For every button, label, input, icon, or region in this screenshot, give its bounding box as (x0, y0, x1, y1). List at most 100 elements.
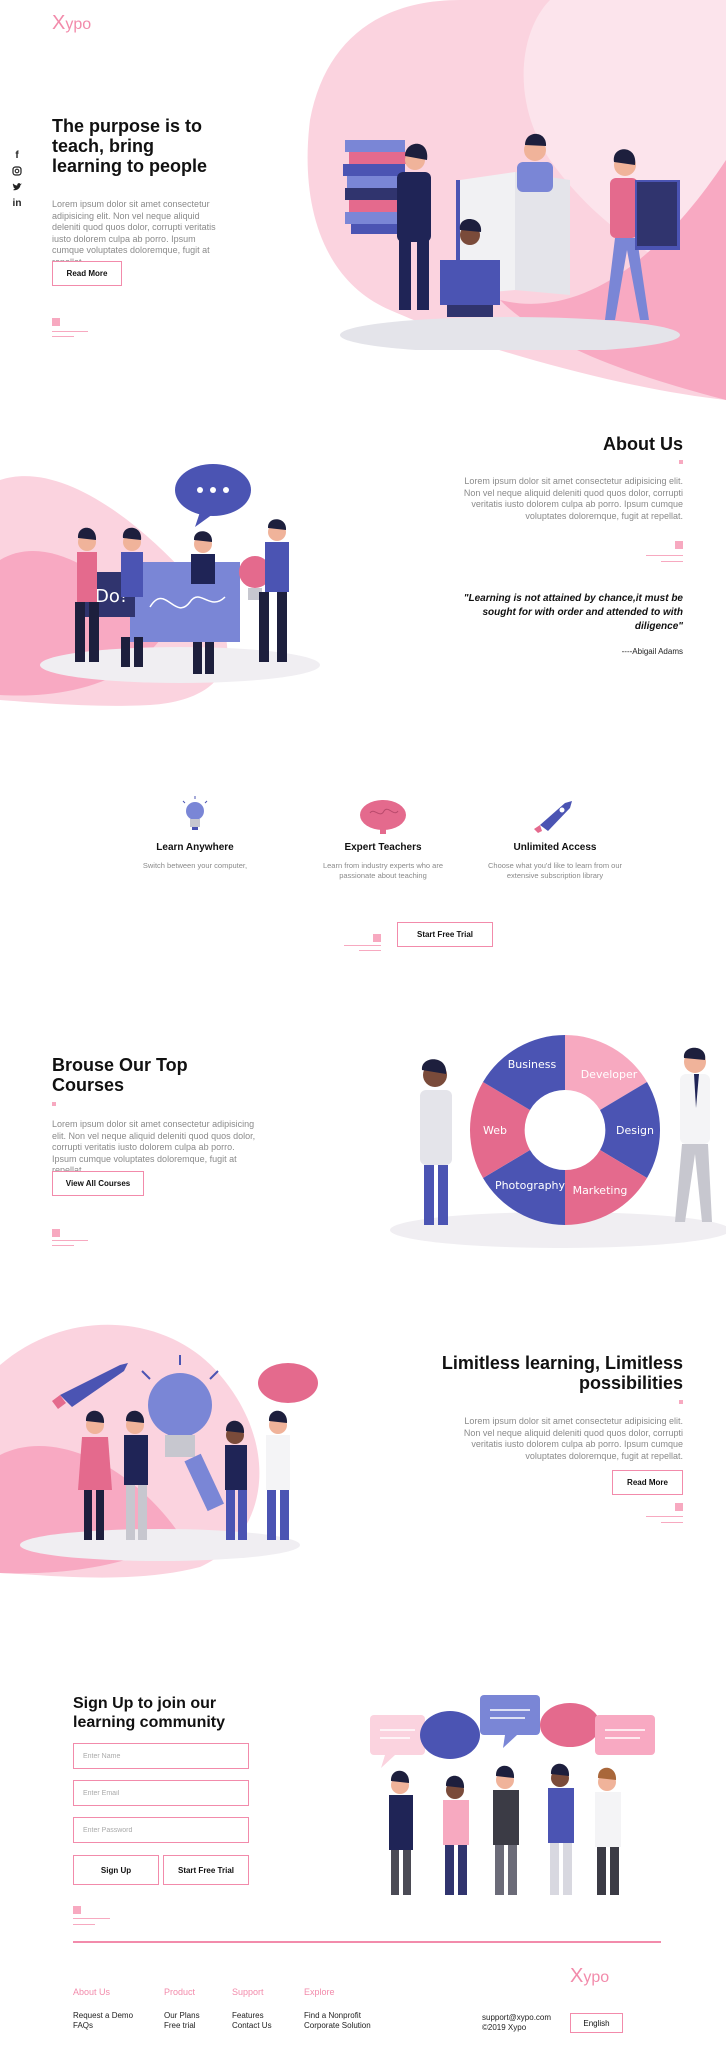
footer-link-free-trial[interactable]: Free trial (164, 2021, 200, 2031)
start-free-trial-button[interactable]: Start Free Trial (397, 922, 493, 947)
footer-column-about: About Us Request a Demo FAQs (73, 1987, 133, 2030)
footer-contact: support@xypo.com ©2019 Xypo (482, 2013, 551, 2032)
lightbulb-icon (182, 796, 208, 830)
hero-read-more-button[interactable]: Read More (52, 261, 122, 286)
view-all-courses-button[interactable]: View All Courses (52, 1171, 144, 1196)
courses-title: Brouse Our Top Courses (52, 1055, 188, 1095)
hero-deco-line (52, 331, 88, 332)
wheel-label-marketing: Marketing (573, 1184, 628, 1197)
feature-title: Expert Teachers (344, 842, 422, 853)
social-bar: f in (10, 150, 24, 214)
about-title-dot (679, 460, 683, 464)
footer-divider (73, 1941, 661, 1943)
footer-link-faqs[interactable]: FAQs (73, 2021, 133, 2031)
footer-link-find-nonprofit[interactable]: Find a Nonprofit (304, 2011, 371, 2021)
hero-text: Lorem ipsum dolor sit amet consectetur a… (52, 199, 216, 267)
footer-email[interactable]: support@xypo.com (482, 2013, 551, 2023)
feature-unlimited-access: Unlimited Access Choose what you'd like … (480, 795, 630, 881)
footer-logo[interactable]: Xypo (570, 1965, 609, 1988)
logo-text: ypo (583, 1969, 610, 1986)
person-top (517, 133, 553, 192)
footer-link-contact-us[interactable]: Contact Us (232, 2021, 272, 2031)
logo-x: X (52, 12, 66, 34)
feature-title: Learn Anywhere (156, 842, 234, 853)
feature-text: Learn from industry experts who are pass… (322, 861, 444, 880)
speech-bubble (175, 464, 251, 527)
about-deco-line-2 (661, 561, 683, 562)
wheel-label-business: Business (508, 1058, 557, 1071)
signup-deco-square (73, 1906, 81, 1914)
about-quote: "Learning is not attained by chance,it m… (463, 593, 683, 632)
courses-title-dot (52, 1102, 56, 1106)
feature-learn-anywhere: Learn Anywhere Switch between your compu… (135, 795, 255, 871)
courses-deco-line (52, 1240, 88, 1241)
wheel-label-web: Web (483, 1124, 507, 1137)
signup-deco-line (73, 1918, 110, 1919)
logo-text: ypo (65, 16, 92, 33)
footer-heading: Product (164, 1987, 196, 1997)
instagram-icon[interactable] (10, 166, 24, 182)
footer-link-features[interactable]: Features (232, 2011, 272, 2021)
brain-icon (360, 800, 406, 834)
twitter-icon[interactable] (10, 182, 24, 198)
signup-start-free-trial-button[interactable]: Start Free Trial (163, 1855, 249, 1885)
person-right (675, 1047, 712, 1222)
trial-deco-square (373, 934, 381, 942)
person-left (420, 1059, 452, 1225)
about-title: About Us (603, 434, 683, 454)
signup-deco-line-2 (73, 1924, 95, 1925)
courses-deco-line-2 (52, 1245, 74, 1246)
hero-illustration (340, 133, 680, 350)
limitless-deco-square (675, 1503, 683, 1511)
logo[interactable]: Xypo (52, 12, 91, 35)
language-selector[interactable]: English (570, 2013, 623, 2033)
sign-up-button[interactable]: Sign Up (73, 1855, 159, 1885)
feature-text: Switch between your computer, (142, 861, 248, 870)
hero-deco-square (52, 318, 60, 326)
limitless-deco-line-2 (661, 1522, 683, 1523)
rocket-icon (534, 801, 572, 833)
footer-link-our-plans[interactable]: Our Plans (164, 2011, 200, 2021)
limitless-text: Lorem ipsum dolor sit amet consectetur a… (463, 1416, 683, 1461)
about-illustration: Do! (75, 464, 289, 674)
footer-column-product: Product Our Plans Free trial (164, 1987, 200, 2030)
footer-column-explore: Explore Find a Nonprofit Corporate Solut… (304, 1987, 371, 2030)
logo-x: X (570, 1965, 584, 1987)
courses-wheel-illustration: Business Developer Design Marketing Phot… (390, 1035, 726, 1248)
limitless-read-more-button[interactable]: Read More (612, 1470, 683, 1495)
limitless-title-dot (679, 1400, 683, 1404)
courses-deco-square (52, 1229, 60, 1237)
trial-deco-line (344, 945, 381, 946)
name-field[interactable] (73, 1743, 249, 1769)
footer-heading: About Us (73, 1987, 111, 1997)
linkedin-icon[interactable]: in (10, 198, 24, 214)
about-text: Lorem ipsum dolor sit amet consectetur a… (463, 476, 683, 521)
footer-link-corporate-solution[interactable]: Corporate Solution (304, 2021, 371, 2031)
wheel-label-photography: Photography (495, 1179, 566, 1192)
about-quote-author: ----Abigail Adams (621, 647, 683, 656)
feature-expert-teachers: Expert Teachers Learn from industry expe… (318, 795, 448, 881)
feature-title: Unlimited Access (513, 842, 597, 853)
footer-heading: Support (232, 1987, 264, 1997)
password-field[interactable] (73, 1817, 249, 1843)
signup-illustration (370, 1695, 655, 1895)
about-deco-line (646, 555, 683, 556)
feature-text: Choose what you'd like to learn from our… (487, 861, 622, 880)
footer-column-support: Support Features Contact Us (232, 1987, 272, 2030)
footer-link-request-demo[interactable]: Request a Demo (73, 2011, 133, 2021)
facebook-icon[interactable]: f (10, 150, 24, 166)
wheel-label-design: Design (616, 1124, 654, 1137)
wheel-label-developer: Developer (581, 1068, 638, 1081)
courses-text: Lorem ipsum dolor sit amet consectetur a… (52, 1119, 256, 1175)
limitless-illustration (52, 1355, 318, 1540)
trial-deco-line-2 (359, 950, 381, 951)
about-deco-square (675, 541, 683, 549)
limitless-deco-line (646, 1516, 683, 1517)
hero-title: The purpose is to teach, bring learning … (52, 116, 208, 176)
footer-heading: Explore (304, 1987, 335, 1997)
footer-copyright: ©2019 Xypo (482, 2022, 527, 2032)
signup-title: Sign Up to join our learning community (73, 1695, 226, 1731)
email-field[interactable] (73, 1780, 249, 1806)
limitless-title: Limitless learning, Limitless possibilit… (441, 1353, 683, 1393)
hero-deco-line-2 (52, 336, 74, 337)
